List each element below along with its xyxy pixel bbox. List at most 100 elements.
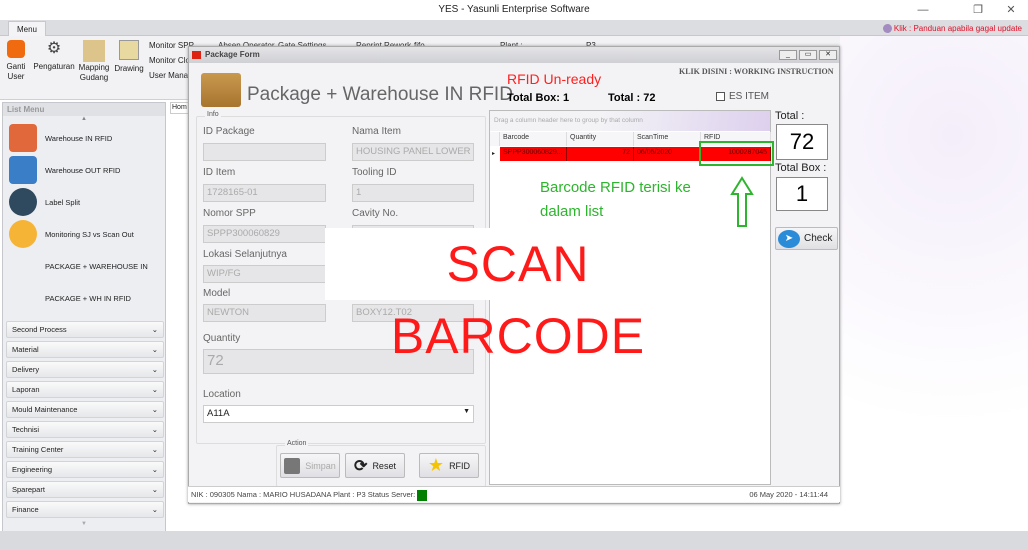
drawing-button[interactable]: Drawing (113, 40, 145, 74)
working-instruction-link[interactable]: KLIK DISINI : WORKING INSTRUCTION (679, 67, 834, 76)
nama-item-label: Nama Item (352, 126, 401, 137)
chevron-down-icon: ⌄ (151, 405, 158, 414)
mapping-gudang-button[interactable]: Mapping Gudang (78, 40, 110, 83)
scroll-up-icon[interactable]: ▲ (3, 116, 165, 122)
quantity-label: Quantity (203, 333, 241, 344)
rfid-button[interactable]: ★ RFID (419, 453, 479, 478)
report-icon (9, 220, 37, 248)
chevron-down-icon: ⌄ (151, 445, 158, 454)
location-select[interactable]: A11A ▼ (203, 405, 474, 423)
tab-menu[interactable]: Menu (8, 21, 46, 37)
total-box-summary: Total Box: 1 (507, 92, 570, 104)
pengaturan-button[interactable]: ⚙ Pengaturan (32, 40, 76, 72)
id-item-field[interactable]: 1728165-01 (203, 184, 326, 202)
save-icon (284, 457, 301, 474)
globe-icon (882, 24, 892, 34)
update-guide-link[interactable]: Klik : Panduan apabila gagal update (882, 24, 1022, 34)
tooling-id-label: Tooling ID (352, 167, 397, 178)
row-pointer-icon: ▸ (492, 151, 496, 157)
form-maximize-button[interactable]: ▭ (799, 50, 817, 60)
form-minimize-button[interactable]: _ (779, 50, 797, 60)
maximize-button[interactable]: ❐ (963, 0, 993, 20)
model-field[interactable]: NEWTON (203, 304, 326, 322)
category-mould-maintenance[interactable]: Mould Maintenance ⌄ (6, 401, 164, 418)
minimize-button[interactable]: — (908, 0, 938, 20)
chevron-down-icon: ⌄ (151, 425, 158, 434)
model-label: Model (203, 288, 231, 299)
chevron-down-icon: ⌄ (151, 485, 158, 494)
category-training-center[interactable]: Training Center ⌄ (6, 441, 164, 458)
star-icon: ★ (427, 455, 445, 475)
warehouse-out-icon (9, 156, 37, 184)
sidebar-item-warehouse-out-rfid[interactable]: Warehouse OUT RFID (9, 155, 120, 185)
arrow-up-icon (730, 176, 754, 227)
category-delivery[interactable]: Delivery ⌄ (6, 361, 164, 378)
rfid-status: RFID Un-ready (507, 71, 602, 87)
app-title: YES - Yasunli Enterprise Software (438, 4, 590, 15)
background-decoration (840, 36, 1028, 531)
ganti-user-button[interactable]: Ganti User (4, 40, 28, 82)
column-header-barcode[interactable]: Barcode (500, 132, 567, 146)
category-laporan[interactable]: Laporan ⌄ (6, 381, 164, 398)
form-close-button[interactable]: ✕ (819, 50, 837, 60)
boxes-icon (83, 40, 105, 62)
lokasi-label: Lokasi Selanjutnya (203, 249, 287, 260)
check-button[interactable]: ➤ Check (775, 227, 838, 250)
cell-scantime[interactable]: 06/05/2020 (634, 147, 701, 161)
rfid-highlight-box (699, 141, 774, 166)
close-button[interactable]: ✕ (996, 0, 1026, 20)
tooling-id-field[interactable]: 1 (352, 184, 474, 202)
id-package-label: ID Package (203, 126, 255, 137)
cell-quantity[interactable]: 72 (567, 147, 634, 161)
total-label: Total : (775, 110, 805, 122)
total-summary: Total : 72 (608, 92, 656, 104)
reset-button[interactable]: ⟳ Reset (345, 453, 405, 478)
category-second-process[interactable]: Second Process ⌄ (6, 321, 164, 338)
chevron-down-icon: ⌄ (151, 325, 158, 334)
total-value: 72 (776, 124, 828, 160)
id-package-field[interactable] (203, 143, 326, 161)
server-status-indicator (417, 489, 428, 501)
row-indicator-header (490, 132, 500, 146)
category-engineering[interactable]: Engineering ⌄ (6, 461, 164, 478)
app-title-bar: YES - Yasunli Enterprise Software (0, 0, 1028, 20)
sidebar-item-package-warehouse-in[interactable]: PACKAGE + WAREHOUSE IN (45, 251, 148, 281)
cell-barcode[interactable]: SPPP300060829... (500, 147, 567, 161)
sidebar-item-package-wh-in-rfid[interactable]: PACKAGE + WH IN RFID (45, 283, 131, 313)
category-sparepart[interactable]: Sparepart ⌄ (6, 481, 164, 498)
cavity-no-label: Cavity No. (352, 208, 399, 219)
scroll-down-icon[interactable]: ▼ (3, 521, 165, 527)
app-status-bar (0, 531, 1028, 550)
sidebar-item-warehouse-in-rfid[interactable]: Warehouse IN RFID (9, 123, 112, 153)
user-manage-link[interactable]: User Manag (149, 71, 193, 80)
column-header-quantity[interactable]: Quantity (567, 132, 634, 146)
sidebar-item-label-split[interactable]: Label Split (9, 187, 80, 217)
category-finance[interactable]: Finance ⌄ (6, 501, 164, 518)
nomor-spp-label: Nomor SPP (203, 208, 256, 219)
scan-barcode-annotation: SCAN BARCODE (325, 228, 711, 364)
refresh-icon: ⟳ (354, 457, 368, 475)
simpan-button[interactable]: Simpan (280, 453, 340, 478)
nomor-spp-field[interactable]: SPPP300060829 (203, 225, 326, 243)
telegram-icon: ➤ (778, 229, 800, 248)
ribbon-tab-row (0, 20, 1028, 36)
chevron-down-icon: ⌄ (151, 345, 158, 354)
form-status-bar: NIK : 090305 Nama : MARIO HUSADANA Plant… (188, 486, 840, 502)
group-panel[interactable]: Drag a column header here to group by th… (490, 111, 770, 131)
form-heading: Package + Warehouse IN RFID (247, 84, 513, 105)
column-header-scantime[interactable]: ScanTime (634, 132, 701, 146)
dropdown-arrow-icon: ▼ (463, 408, 470, 415)
nama-item-field[interactable]: HOUSING PANEL LOWER (352, 143, 474, 161)
chevron-down-icon: ⌄ (151, 365, 158, 374)
action-group-label: Action (285, 440, 309, 447)
drawing-icon (119, 40, 139, 60)
location-label: Location (203, 389, 241, 400)
lokasi-field[interactable]: WIP/FG (203, 265, 326, 283)
chevron-down-icon: ⌄ (151, 465, 158, 474)
sidebar-item-monitoring-sj[interactable]: Monitoring SJ vs Scan Out (9, 219, 134, 249)
checkbox-icon (716, 92, 725, 101)
category-material[interactable]: Material ⌄ (6, 341, 164, 358)
es-item-checkbox[interactable]: ES ITEM (716, 91, 769, 102)
user-status-text: NIK : 090305 Nama : MARIO HUSADANA Plant… (191, 490, 416, 499)
category-technisi[interactable]: Technisi ⌄ (6, 421, 164, 438)
